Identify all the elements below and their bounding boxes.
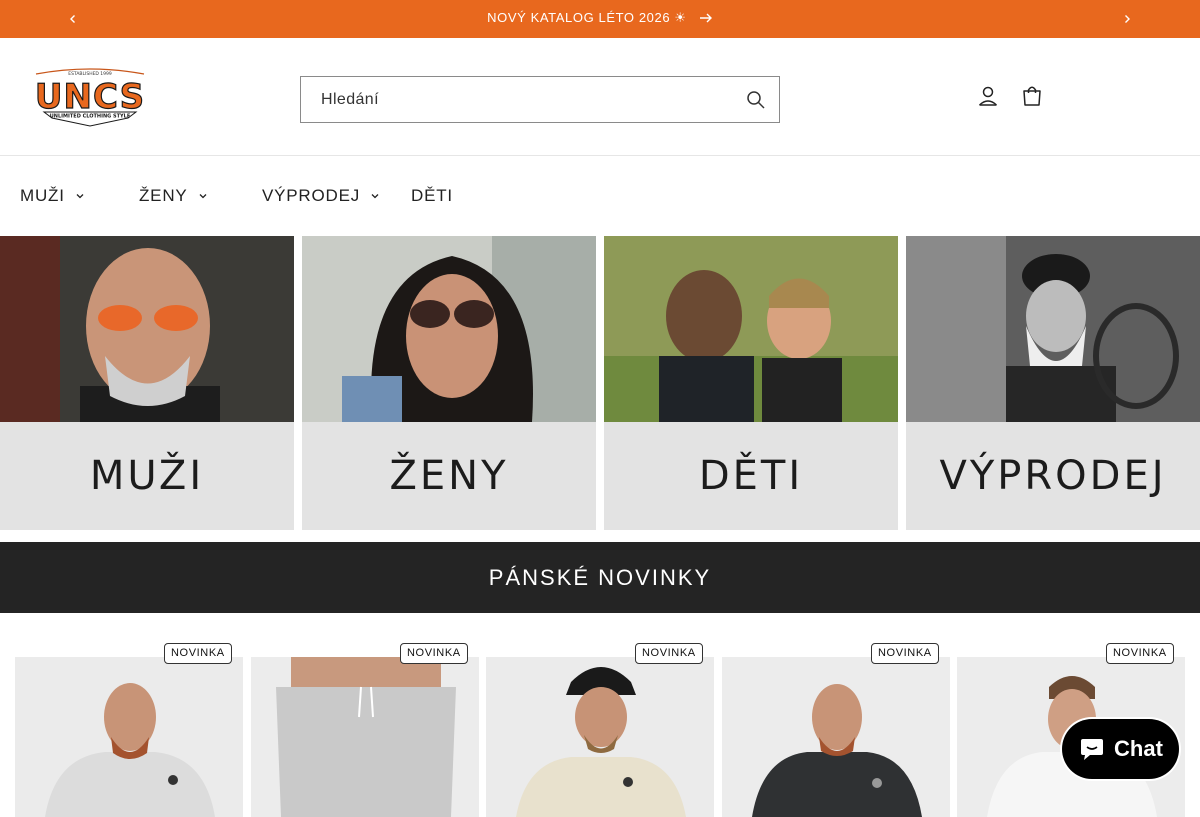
chat-label: Chat — [1114, 736, 1163, 761]
uncs-logo: ESTABLISHED 1999 UNCS UNLIMITED CLOTHING… — [34, 68, 145, 127]
product-card[interactable] — [251, 657, 479, 817]
tile-photo — [0, 236, 294, 422]
announcement-text: NOVÝ KATALOG LÉTO 2026 ☀ — [487, 10, 687, 25]
logo[interactable]: ESTABLISHED 1999 UNCS UNLIMITED CLOTHING… — [30, 66, 150, 128]
nav-item-muzi[interactable]: MUŽI — [20, 186, 85, 206]
product-image — [251, 657, 479, 817]
tile-label: VÝPRODEJ — [939, 453, 1167, 499]
svg-text:UNLIMITED CLOTHING STYLE: UNLIMITED CLOTHING STYLE — [50, 114, 131, 120]
main-nav: MUŽI ŽENY VÝPRODEJ DĚTI — [0, 156, 1200, 236]
tile-label-band: MUŽI — [0, 422, 294, 530]
category-tiles: MUŽI ŽENY DĚTI VÝPRODEJ — [0, 236, 1200, 530]
announcement-next-button[interactable] — [1117, 9, 1137, 29]
tile-label: MUŽI — [89, 453, 205, 499]
product-card[interactable] — [15, 657, 243, 817]
tile-photo — [302, 236, 596, 422]
product-badge: NOVINKA — [635, 643, 703, 664]
product-image — [722, 657, 950, 817]
category-tile-deti[interactable]: DĚTI — [604, 236, 898, 530]
search-icon[interactable] — [745, 89, 767, 111]
product-badge: NOVINKA — [400, 643, 468, 664]
chevron-right-icon — [1125, 15, 1130, 23]
nav-item-deti[interactable]: DĚTI — [411, 186, 453, 206]
search-input[interactable]: Hledání — [300, 76, 780, 123]
nav-item-zeny[interactable]: ŽENY — [139, 186, 208, 206]
product-grid: NOVINKA NOVINKA NOVINKA NOVINKA NOVINKA — [0, 640, 1200, 817]
product-card[interactable] — [722, 657, 950, 817]
product-badge: NOVINKA — [164, 643, 232, 664]
section-banner: PÁNSKÉ NOVINKY — [0, 542, 1200, 613]
account-icon[interactable] — [976, 84, 1000, 108]
section-title: PÁNSKÉ NOVINKY — [488, 564, 712, 590]
announcement-bar: NOVÝ KATALOG LÉTO 2026 ☀ — [0, 0, 1200, 38]
search-placeholder: Hledání — [321, 91, 379, 108]
cart-icon[interactable] — [1020, 84, 1044, 108]
category-tile-muzi[interactable]: MUŽI — [0, 236, 294, 530]
svg-text:UNCS: UNCS — [35, 77, 145, 117]
nav-item-vyprodej[interactable]: VÝPRODEJ — [262, 186, 380, 206]
product-image — [486, 657, 714, 817]
arrow-right-icon — [699, 13, 712, 23]
product-card[interactable] — [486, 657, 714, 817]
tile-label-band: ŽENY — [302, 422, 596, 530]
tile-label-band: VÝPRODEJ — [906, 422, 1200, 530]
product-image — [15, 657, 243, 817]
tile-photo — [906, 236, 1200, 422]
category-tile-zeny[interactable]: ŽENY — [302, 236, 596, 530]
tile-label: DĚTI — [698, 453, 804, 499]
product-badge: NOVINKA — [1106, 643, 1174, 664]
chevron-down-icon — [199, 194, 207, 199]
tile-photo — [604, 236, 898, 422]
chat-bubble-icon — [1081, 739, 1104, 760]
product-badge: NOVINKA — [871, 643, 939, 664]
tile-label: ŽENY — [389, 453, 509, 499]
chevron-down-icon — [76, 194, 84, 199]
announcement-link[interactable]: NOVÝ KATALOG LÉTO 2026 ☀ — [0, 10, 1200, 26]
chat-button[interactable]: Chat — [1062, 719, 1179, 779]
chevron-down-icon — [371, 194, 379, 199]
category-tile-vyprodej[interactable]: VÝPRODEJ — [906, 236, 1200, 530]
tile-label-band: DĚTI — [604, 422, 898, 530]
site-header: ESTABLISHED 1999 UNCS UNLIMITED CLOTHING… — [0, 38, 1200, 156]
